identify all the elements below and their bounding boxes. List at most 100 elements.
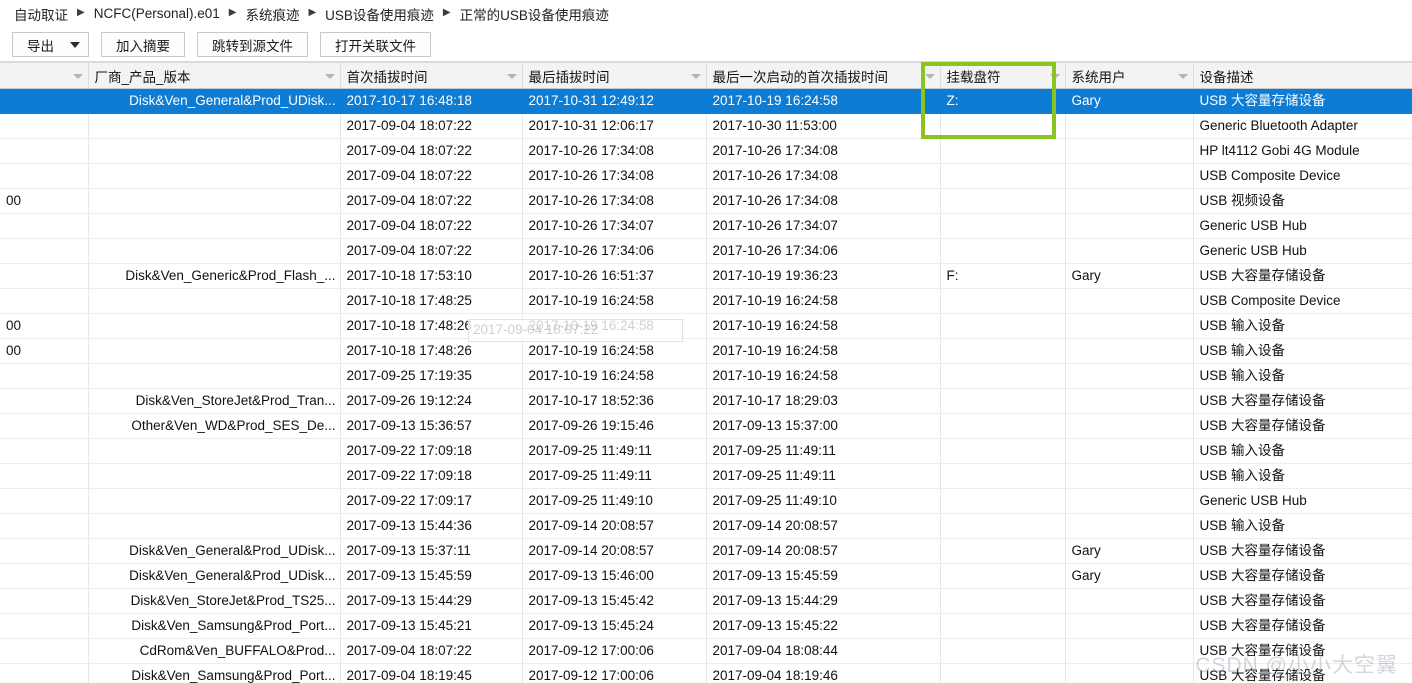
cell-partial [0,488,89,514]
table-row[interactable]: Other&Ven_WD&Prod_SES_De... 2017-09-13 15… [0,413,1412,439]
cell-system_user [1065,413,1194,439]
breadcrumb-item-3[interactable]: USB设备使用痕迹 [325,4,434,24]
column-header-mount_letter[interactable]: 挂载盘符 [940,62,1066,89]
column-header-first_plug_time[interactable]: 首次插拔时间 [340,62,523,89]
cell-partial [0,213,89,239]
column-filter-icon-system_user[interactable] [1177,73,1188,79]
usb-trace-table-container[interactable]: 厂商_产品_版本 首次插拔时间 最后插拔时间 最后一次启动的首次插拔时间 挂载盘符 系统用… [0,62,1412,683]
column-header-last_boot_first_plug_time[interactable]: 最后一次启动的首次插拔时间 [706,62,941,89]
cell-device_description: USB 输入设备 [1193,513,1412,539]
table-row[interactable]: 2017-09-04 18:07:22 2017-10-26 17:34:07 20… [0,213,1412,239]
table-row[interactable]: Disk&Ven_Samsung&Prod_Port... 2017-09-04 … [0,663,1412,683]
table-row[interactable]: CdRom&Ven_BUFFALO&Prod... 2017-09-04 18:0… [0,638,1412,664]
column-filter-icon-vendor_product_version[interactable] [324,73,335,79]
cell-vendor_product_version: Disk&Ven_StoreJet&Prod_Tran... [88,388,341,414]
table-row[interactable]: Disk&Ven_Generic&Prod_Flash_... 2017-10-1… [0,263,1412,289]
chevron-down-icon[interactable] [70,41,80,48]
cell-partial [0,463,89,489]
open-related-file-button[interactable]: 打开关联文件 [320,32,431,57]
cell-partial [0,413,89,439]
breadcrumb-item-2[interactable]: 系统痕迹 [245,4,299,24]
cell-mount_letter [940,213,1066,239]
table-row[interactable]: Disk&Ven_StoreJet&Prod_TS25... 2017-09-13… [0,588,1412,614]
cell-last_boot_first_plug_time: 2017-09-04 18:19:46 [706,663,941,683]
cell-device_description: USB 大容量存储设备 [1193,263,1412,289]
breadcrumb-separator-icon: ▶ [228,6,237,18]
table-row[interactable]: 2017-09-25 17:19:35 2017-10-19 16:24:58 20… [0,363,1412,389]
cell-device_description: USB 输入设备 [1193,338,1412,364]
breadcrumb-item-1[interactable]: NCFC(Personal).e01 [94,6,220,21]
breadcrumb-item-0[interactable]: 自动取证 [14,4,68,24]
table-row[interactable]: 2017-10-18 17:48:25 2017-10-19 16:24:58 20… [0,288,1412,314]
column-header-label-device_description: 设备描述 [1199,69,1254,85]
table-row[interactable]: 2017-09-04 18:07:22 2017-10-26 17:34:06 20… [0,238,1412,264]
column-header-label-system_user: 系统用户 [1071,69,1126,85]
cell-first_plug_time: 2017-10-18 17:48:26 [340,338,523,364]
column-filter-icon-last_boot_first_plug_time[interactable] [924,73,935,79]
table-row[interactable]: Disk&Ven_StoreJet&Prod_Tran... 2017-09-26… [0,388,1412,414]
column-header-system_user[interactable]: 系统用户 [1065,62,1194,89]
cell-system_user [1065,388,1194,414]
table-row[interactable]: Disk&Ven_General&Prod_UDisk... 2017-09-13… [0,538,1412,564]
column-filter-icon-first_plug_time[interactable] [506,73,517,79]
cell-last_plug_time: 2017-09-25 11:49:10 [522,488,707,514]
cell-partial [0,638,89,664]
table-row[interactable]: 2017-09-04 18:07:22 2017-10-26 17:34:08 20… [0,163,1412,189]
cell-vendor_product_version: Other&Ven_WD&Prod_SES_De... [88,413,341,439]
cell-device_description: USB 输入设备 [1193,463,1412,489]
cell-partial [0,588,89,614]
cell-mount_letter [940,113,1066,139]
cell-system_user [1065,113,1194,139]
cell-last_plug_time: 2017-09-25 11:49:11 [522,463,707,489]
cell-device_description: Generic USB Hub [1193,488,1412,514]
cell-last_plug_time: 2017-10-17 18:52:36 [522,388,707,414]
cell-system_user: Gary [1065,88,1194,114]
cell-system_user [1065,138,1194,164]
column-filter-icon-last_plug_time[interactable] [690,73,701,79]
cell-last_boot_first_plug_time: 2017-09-13 15:45:22 [706,613,941,639]
table-row[interactable]: 2017-09-22 17:09:18 2017-09-25 11:49:11 20… [0,438,1412,464]
cell-mount_letter [940,338,1066,364]
table-row[interactable]: 2017-09-22 17:09:17 2017-09-25 11:49:10 20… [0,488,1412,514]
table-row[interactable]: Disk&Ven_General&Prod_UDisk... 2017-10-17… [0,88,1412,114]
table-row[interactable]: 00 2017-10-18 17:48:26 2017-10-19 16:24:58… [0,313,1412,339]
breadcrumb-item-4[interactable]: 正常的USB设备使用痕迹 [460,4,609,24]
table-row[interactable]: 2017-09-22 17:09:18 2017-09-25 11:49:11 20… [0,463,1412,489]
column-header-last_plug_time[interactable]: 最后插拔时间 [522,62,707,89]
table-row[interactable]: 00 2017-09-04 18:07:22 2017-10-26 17:34:08… [0,188,1412,214]
export-button[interactable]: 导出 [12,32,89,57]
cell-last_boot_first_plug_time: 2017-10-26 17:34:08 [706,163,941,189]
table-row[interactable]: 00 2017-10-18 17:48:26 2017-10-19 16:24:58… [0,338,1412,364]
table-row[interactable]: Disk&Ven_General&Prod_UDisk... 2017-09-13… [0,563,1412,589]
cell-mount_letter [940,288,1066,314]
cell-vendor_product_version [88,288,341,314]
table-row[interactable]: Disk&Ven_Samsung&Prod_Port... 2017-09-13 … [0,613,1412,639]
cell-mount_letter [940,438,1066,464]
column-header-partial[interactable] [0,62,89,89]
cell-last_plug_time: 2017-10-19 16:24:58 [522,338,707,364]
column-header-label-last_plug_time: 最后插拔时间 [528,69,610,85]
cell-device_description: USB Composite Device [1193,288,1412,314]
column-header-vendor_product_version[interactable]: 厂商_产品_版本 [88,62,341,89]
cell-partial: 00 [0,338,89,364]
table-row[interactable]: 2017-09-04 18:07:22 2017-10-31 12:06:17 20… [0,113,1412,139]
add-to-summary-button[interactable]: 加入摘要 [101,32,185,57]
cell-device_description: USB 视频设备 [1193,188,1412,214]
cell-last_plug_time: 2017-09-14 20:08:57 [522,538,707,564]
cell-last_plug_time: 2017-10-26 17:34:08 [522,138,707,164]
column-filter-icon-mount_letter[interactable] [1049,73,1060,79]
cell-last_boot_first_plug_time: 2017-09-13 15:37:00 [706,413,941,439]
cell-vendor_product_version: CdRom&Ven_BUFFALO&Prod... [88,638,341,664]
cell-mount_letter [940,313,1066,339]
cell-last_boot_first_plug_time: 2017-10-19 19:36:23 [706,263,941,289]
table-row[interactable]: 2017-09-04 18:07:22 2017-10-26 17:34:08 20… [0,138,1412,164]
column-filter-icon-partial[interactable] [72,73,83,79]
cell-last_boot_first_plug_time: 2017-10-26 17:34:08 [706,188,941,214]
column-header-device_description[interactable]: 设备描述 [1193,62,1412,89]
jump-to-source-file-button[interactable]: 跳转到源文件 [197,32,308,57]
cell-device_description: USB Composite Device [1193,163,1412,189]
table-row[interactable]: 2017-09-13 15:44:36 2017-09-14 20:08:57 20… [0,513,1412,539]
cell-system_user: Gary [1065,538,1194,564]
cell-first_plug_time: 2017-09-04 18:07:22 [340,113,523,139]
cell-device_description: HP lt4112 Gobi 4G Module [1193,138,1412,164]
